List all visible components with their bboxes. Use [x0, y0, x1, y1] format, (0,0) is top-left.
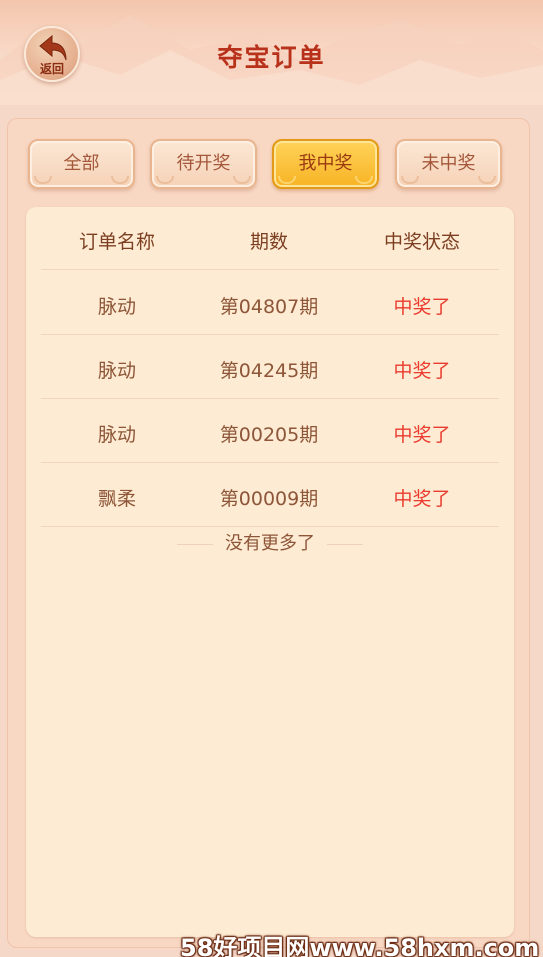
table-header: 订单名称 期数 中奖状态 [41, 207, 499, 270]
no-more-indicator: 没有更多了 [26, 529, 514, 555]
order-name: 脉动 [97, 296, 136, 318]
win-status: 中奖了 [393, 488, 451, 510]
column-header-order-name: 订单名称 [78, 231, 155, 253]
cloud-ornament-icon [401, 176, 419, 184]
header-bar: 返回 夺宝订单 [0, 0, 543, 105]
cloud-ornament-icon [111, 176, 129, 184]
tab-won-label: 我中奖 [298, 153, 353, 174]
cloud-ornament-icon [156, 176, 174, 184]
divider [177, 543, 213, 545]
order-period: 第04807期 [219, 296, 319, 318]
tab-pending-draw[interactable]: 待开奖 [150, 139, 257, 189]
tab-all-label: 全部 [63, 153, 100, 174]
win-status: 中奖了 [393, 360, 451, 382]
column-header-win-status: 中奖状态 [383, 231, 460, 253]
table-row[interactable]: 脉动 第00205期 中奖了 [41, 399, 499, 463]
order-period: 第04245期 [219, 360, 319, 382]
order-name: 飘柔 [97, 488, 136, 510]
column-header-period: 期数 [249, 231, 288, 253]
order-period: 第00009期 [219, 488, 319, 510]
cloud-ornament-icon [233, 176, 251, 184]
tab-pending-draw-label: 待开奖 [176, 153, 231, 174]
tab-not-won[interactable]: 未中奖 [395, 139, 502, 189]
divider [327, 543, 363, 545]
win-status: 中奖了 [393, 296, 451, 318]
orders-table: 订单名称 期数 中奖状态 脉动 第04807期 中奖了 脉动 第04245期 中… [26, 207, 514, 937]
cloud-ornament-icon [34, 176, 52, 184]
cloud-ornament-icon [278, 176, 296, 184]
orders-panel: 全部 待开奖 我中奖 未中奖 订单名称 期数 中奖状态 脉动 第04807期 中… [7, 118, 530, 948]
order-period: 第00205期 [219, 424, 319, 446]
tab-all[interactable]: 全部 [28, 139, 135, 189]
win-status: 中奖了 [393, 424, 451, 446]
tab-not-won-label: 未中奖 [421, 153, 476, 174]
watermark: 58好项目网www.58hxm.com [180, 934, 540, 957]
no-more-text: 没有更多了 [225, 533, 315, 554]
page-title: 夺宝订单 [217, 43, 326, 72]
cloud-ornament-icon [478, 176, 496, 184]
cloud-ornament-icon [355, 176, 373, 184]
table-row[interactable]: 飘柔 第00009期 中奖了 [41, 463, 499, 527]
order-name: 脉动 [97, 360, 136, 382]
filter-tabs: 全部 待开奖 我中奖 未中奖 [28, 139, 508, 189]
table-row[interactable]: 脉动 第04245期 中奖了 [41, 335, 499, 399]
table-row[interactable]: 脉动 第04807期 中奖了 [41, 271, 499, 335]
tab-won[interactable]: 我中奖 [272, 139, 379, 189]
order-name: 脉动 [97, 424, 136, 446]
